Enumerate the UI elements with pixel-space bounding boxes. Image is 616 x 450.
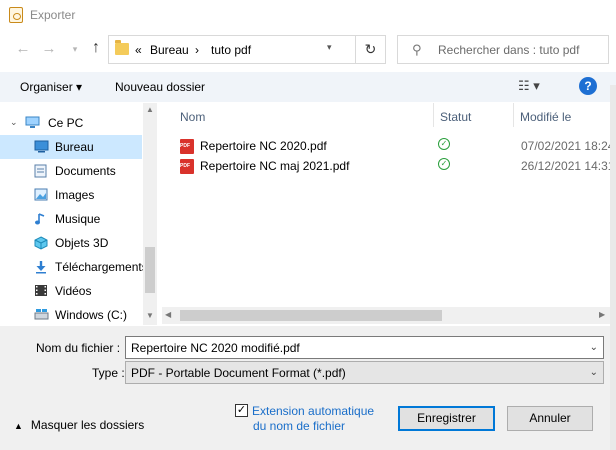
sidebar-item-label: Documents — [55, 164, 116, 178]
scroll-up-icon[interactable]: ▲ — [146, 105, 154, 114]
column-divider[interactable] — [513, 103, 514, 127]
file-name: Repertoire NC maj 2021.pdf — [200, 159, 350, 173]
file-list: ^ Nom Statut Modifié le Repertoire NC 20… — [162, 103, 616, 325]
type-label: Type : — [92, 366, 125, 380]
sidebar-item-ce-pc[interactable]: ⌄ Ce PC — [0, 111, 142, 135]
sidebar-item-label: Téléchargements — [55, 260, 148, 274]
help-icon[interactable]: ? — [579, 77, 597, 95]
file-row[interactable]: Repertoire NC maj 2021.pdf ✓ 26/12/2021 … — [162, 156, 616, 176]
sidebar-item-label: Bureau — [55, 140, 94, 154]
scrollbar-thumb[interactable] — [180, 310, 442, 321]
command-toolbar: Organiser ▾ Nouveau dossier ☷ ▾ ? — [0, 72, 616, 102]
sidebar-item-label: Windows (C:) — [55, 308, 128, 322]
pdf-file-icon — [180, 139, 194, 154]
drive-icon — [34, 308, 49, 321]
file-type-select[interactable]: PDF - Portable Document Format (*.pdf) ⌄ — [125, 361, 604, 384]
column-header-status[interactable]: Statut — [440, 110, 471, 124]
search-input[interactable]: ⚲ Rechercher dans : tuto pdf — [397, 35, 609, 64]
sort-ascending-icon: ^ — [298, 103, 303, 108]
sidebar-scrollbar[interactable]: ▲ ▼ — [143, 103, 157, 325]
auto-extension-label-line2[interactable]: du nom de fichier — [253, 419, 345, 433]
chevron-down-icon[interactable]: ⌄ — [590, 367, 598, 378]
sidebar-item-musique[interactable]: Musique — [0, 207, 142, 231]
pdf-file-icon — [180, 159, 194, 174]
address-dropdown-icon[interactable]: ▾ — [327, 42, 332, 53]
desktop-icon — [34, 140, 49, 153]
documents-icon — [34, 164, 48, 178]
chevron-down-icon[interactable]: ⌄ — [590, 342, 598, 353]
expand-icon[interactable]: ⌄ — [10, 117, 18, 128]
view-options-icon[interactable]: ☷ ▾ — [518, 78, 540, 94]
sidebar-item-bureau[interactable]: Bureau — [0, 135, 142, 159]
navigation-pane: ⌄ Ce PC Bureau Documents Images Musique … — [0, 103, 157, 325]
music-icon — [34, 212, 48, 225]
scrollbar-thumb[interactable] — [145, 247, 155, 293]
export-dialog: Exporter ← → ▾ ↑ « Bureau › tuto pdf ▾ ↻… — [0, 0, 616, 450]
file-type-value: PDF - Portable Document Format (*.pdf) — [131, 366, 346, 380]
sync-ok-icon: ✓ — [438, 158, 450, 170]
auto-extension-label-line1[interactable]: Extension automatique — [252, 404, 374, 418]
sidebar-item-videos[interactable]: Vidéos — [0, 279, 142, 303]
objects3d-icon — [34, 236, 48, 250]
breadcrumb-bureau[interactable]: Bureau — [150, 43, 189, 57]
window-title: Exporter — [30, 8, 76, 22]
search-icon: ⚲ — [412, 42, 422, 57]
filename-value: Repertoire NC 2020 modifié.pdf — [131, 341, 300, 355]
folder-icon — [115, 40, 129, 55]
chevron-up-icon: ▲ — [14, 421, 23, 431]
column-header-modified[interactable]: Modifié le — [520, 110, 571, 124]
recent-locations-chevron-icon[interactable]: ▾ — [66, 44, 84, 55]
sidebar-item-label: Musique — [55, 212, 101, 226]
up-arrow-icon[interactable]: ↑ — [87, 39, 105, 57]
sidebar-item-label: Objets 3D — [55, 236, 109, 250]
auto-extension-checkbox[interactable]: ✓ — [235, 404, 248, 417]
sidebar-item-label: Vidéos — [55, 284, 92, 298]
downloads-icon — [34, 260, 48, 274]
sidebar-item-objets-3d[interactable]: Objets 3D — [0, 231, 142, 255]
sync-ok-icon: ✓ — [438, 138, 450, 150]
forward-arrow-icon[interactable]: → — [40, 40, 58, 57]
address-bar[interactable]: « Bureau › tuto pdf — [108, 35, 386, 64]
sidebar-item-windows-c[interactable]: Windows (C:) — [0, 303, 142, 325]
breadcrumb-separator: › — [195, 43, 199, 57]
cancel-button[interactable]: Annuler — [507, 406, 593, 431]
scroll-right-icon[interactable]: ▶ — [599, 310, 605, 319]
column-header-name[interactable]: Nom — [180, 110, 205, 124]
sidebar-item-images[interactable]: Images — [0, 183, 142, 207]
title-bar: Exporter — [0, 0, 616, 31]
refresh-icon[interactable]: ↻ — [355, 35, 386, 64]
background-window-edge — [610, 85, 616, 450]
computer-icon — [25, 116, 40, 129]
videos-icon — [34, 284, 48, 297]
filename-label: Nom du fichier : — [36, 341, 121, 355]
save-options-panel: Nom du fichier : Repertoire NC 2020 modi… — [0, 326, 610, 450]
breadcrumb-overflow[interactable]: « — [135, 43, 142, 57]
new-folder-button[interactable]: Nouveau dossier — [115, 80, 205, 94]
app-icon — [9, 7, 23, 23]
file-list-horizontal-scrollbar[interactable]: ◀ ▶ — [162, 307, 616, 324]
column-divider[interactable] — [433, 103, 434, 127]
file-row[interactable]: Repertoire NC 2020.pdf ✓ 07/02/2021 18:2… — [162, 136, 616, 156]
sidebar-item-label: Ce PC — [48, 116, 84, 130]
file-modified: 07/02/2021 18:24 — [521, 139, 615, 153]
sidebar-item-telechargements[interactable]: Téléchargements — [0, 255, 148, 279]
save-button[interactable]: Enregistrer — [398, 406, 495, 431]
images-icon — [34, 188, 48, 201]
organiser-menu[interactable]: Organiser ▾ — [20, 80, 82, 94]
hide-folders-toggle[interactable]: ▲ Masquer les dossiers — [14, 418, 144, 432]
sidebar-item-label: Images — [55, 188, 95, 202]
file-modified: 26/12/2021 14:31 — [521, 159, 615, 173]
back-arrow-icon[interactable]: ← — [14, 40, 32, 57]
scroll-down-icon[interactable]: ▼ — [146, 311, 154, 320]
breadcrumb-tuto-pdf[interactable]: tuto pdf — [211, 43, 251, 57]
search-placeholder: Rechercher dans : tuto pdf — [438, 43, 580, 57]
filename-field[interactable]: Repertoire NC 2020 modifié.pdf ⌄ — [125, 336, 604, 359]
scroll-left-icon[interactable]: ◀ — [165, 310, 171, 319]
file-name: Repertoire NC 2020.pdf — [200, 139, 327, 153]
sidebar-item-documents[interactable]: Documents — [0, 159, 142, 183]
hide-folders-label: Masquer les dossiers — [30, 418, 145, 432]
